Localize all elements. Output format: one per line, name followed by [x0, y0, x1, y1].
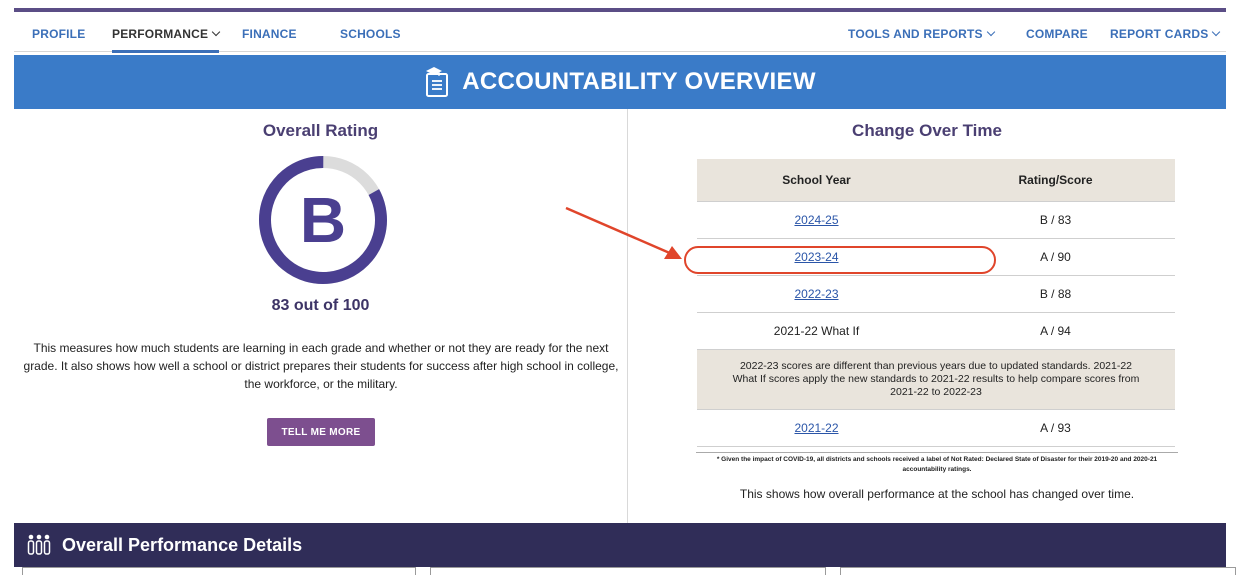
tell-me-more-button[interactable]: TELL ME MORE — [267, 418, 375, 446]
nav-finance-label: FINANCE — [242, 27, 297, 41]
overall-performance-details-bar[interactable]: Overall Performance Details — [14, 523, 1226, 567]
chevron-down-icon — [1212, 27, 1221, 37]
grade-letter: B — [299, 184, 347, 256]
detail-card — [22, 567, 416, 575]
nav-profile-label: PROFILE — [32, 27, 86, 41]
change-over-time-table: School Year Rating/Score 2024-25 B / 83 … — [697, 159, 1175, 447]
top-accent-bar — [14, 8, 1226, 12]
year-link-2022-23[interactable]: 2022-23 — [794, 287, 838, 301]
nav-tools-and-reports[interactable]: TOOLS AND REPORTS — [848, 27, 995, 41]
nav-report-cards-label: REPORT CARDS — [1110, 27, 1209, 41]
year-link-2021-22[interactable]: 2021-22 — [794, 421, 838, 435]
change-over-time-panel: Change Over Time School Year Rating/Scor… — [628, 109, 1226, 523]
year-cell: 2024-25 — [697, 213, 936, 227]
column-header-school-year: School Year — [782, 173, 851, 187]
nav-finance[interactable]: FINANCE — [242, 27, 297, 41]
highlight-2023-24-row — [684, 246, 996, 274]
overall-rating-heading: Overall Rating — [262, 121, 379, 140]
chevron-down-icon — [986, 27, 995, 37]
top-nav: PROFILE PERFORMANCE FINANCE SCHOOLS TOOL… — [14, 14, 1226, 53]
page-title: ACCOUNTABILITY OVERVIEW — [462, 68, 816, 95]
annotation-arrow-icon — [565, 206, 682, 259]
detail-card — [430, 567, 826, 575]
accountability-banner: ACCOUNTABILITY OVERVIEW — [14, 55, 1226, 109]
top-stripe — [0, 0, 1240, 12]
column-header-rating-score: Rating/Score — [1018, 173, 1093, 187]
overall-rating-panel: Overall Rating B 83 out of 100 This meas… — [14, 109, 628, 523]
rating-cell: A / 93 — [1040, 421, 1071, 435]
table-row: 2022-23 B / 88 — [697, 276, 1175, 313]
nav-schools[interactable]: SCHOOLS — [340, 27, 401, 41]
nav-compare-label: COMPARE — [1026, 27, 1088, 41]
rating-cell: A / 94 — [1040, 324, 1071, 338]
nav-report-cards[interactable]: REPORT CARDS — [1110, 27, 1221, 41]
table-row: 2024-25 B / 83 — [697, 202, 1175, 239]
nav-performance-label: PERFORMANCE — [112, 27, 209, 41]
rating-cell: B / 88 — [1039, 287, 1072, 301]
nav-schools-label: SCHOOLS — [340, 27, 401, 41]
overall-description: This measures how much students are lear… — [23, 341, 619, 391]
year-cell: 2022-23 — [697, 287, 936, 301]
nav-tools-label: TOOLS AND REPORTS — [848, 27, 983, 41]
people-group-icon — [27, 534, 51, 555]
nav-compare[interactable]: COMPARE — [1026, 27, 1088, 41]
details-title: Overall Performance Details — [62, 534, 303, 555]
year-cell: 2021-22 — [697, 421, 936, 435]
nav-performance[interactable]: PERFORMANCE — [112, 27, 221, 53]
overall-score: 83 out of 100 — [271, 297, 370, 314]
year-cell: 2021-22 What If — [773, 324, 860, 338]
table-row: 2021-22 What If A / 94 — [697, 313, 1175, 350]
standards-note: 2022-23 scores are different than previo… — [697, 350, 1175, 410]
nav-profile[interactable]: PROFILE — [32, 27, 85, 41]
covid-footnote: * Given the impact of COVID-19, all dist… — [696, 452, 1178, 475]
detail-card — [840, 567, 1236, 575]
table-header: School Year Rating/Score — [697, 159, 1175, 202]
chevron-down-icon — [211, 27, 221, 37]
clipboard-grad-cap-icon — [426, 67, 449, 97]
rating-cell: B / 83 — [1039, 213, 1072, 227]
change-over-time-heading: Change Over Time — [852, 121, 1002, 140]
table-row: 2021-22 A / 93 — [697, 410, 1175, 447]
year-link-2024-25[interactable]: 2024-25 — [794, 213, 838, 227]
change-description: This shows how overall performance at th… — [739, 487, 1135, 501]
